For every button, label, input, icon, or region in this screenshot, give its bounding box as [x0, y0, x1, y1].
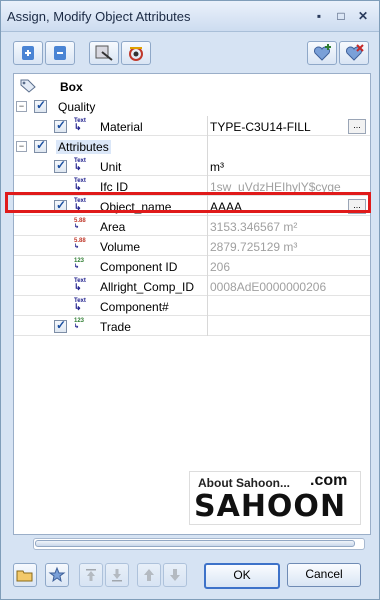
attribute-row-material[interactable]: ✓ Text ↳ Material TYPE-C3U14-FILL...	[14, 116, 370, 136]
text-type-icon: Text ↳	[74, 278, 86, 292]
attribute-label: Unit	[100, 160, 122, 174]
collapse-attributes-icon[interactable]: −	[16, 141, 27, 152]
attribute-label: Component ID	[100, 260, 178, 274]
attribute-label: Trade	[100, 320, 131, 334]
arrow-bottom-icon	[112, 569, 122, 582]
add-favorite-button[interactable]	[307, 41, 337, 65]
text-type-icon: Text ↳	[74, 158, 86, 172]
text-type-icon: Text ↳	[74, 118, 86, 132]
horizontal-scrollbar[interactable]	[33, 538, 365, 550]
integer-type-icon: 123 ↳	[74, 318, 85, 330]
minimize-button[interactable]: ▪	[311, 8, 327, 24]
move-up-button[interactable]	[137, 563, 161, 587]
decimal-type-icon: 5.88 ↳	[74, 218, 86, 230]
attribute-row-volume[interactable]: 5.88 ↳ Volume 2879.725129 m³	[14, 236, 370, 256]
integer-type-icon: 123 ↳	[74, 258, 85, 270]
move-top-button[interactable]	[79, 563, 103, 587]
save-favorites-button[interactable]	[45, 563, 69, 587]
star-save-icon	[48, 566, 66, 583]
attribute-value: 206	[210, 260, 231, 274]
heart-delete-icon	[346, 44, 364, 61]
attributes-checkbox[interactable]: ✓	[34, 138, 47, 153]
browse-value-button[interactable]: ...	[348, 119, 366, 134]
attribute-row-trade[interactable]: ✓ 123 ↳ Trade	[14, 316, 370, 336]
collapse-quality-icon[interactable]: −	[16, 101, 27, 112]
attribute-value[interactable]: m³	[210, 160, 224, 174]
remove-attribute-button[interactable]	[45, 41, 75, 65]
group-attributes-row[interactable]: − ✓ Attributes	[14, 136, 370, 156]
title-bar: Assign, Modify Object Attributes ▪ □ ✕	[1, 1, 379, 32]
attribute-value: 3153.346567 m²	[210, 220, 298, 234]
group-quality-label: Quality	[58, 100, 96, 114]
attribute-checkbox[interactable]: ✓	[54, 318, 67, 333]
attribute-label: Allright_Comp_ID	[100, 280, 195, 294]
row-divider	[14, 335, 370, 336]
dialog-window: Assign, Modify Object Attributes ▪ □ ✕ B…	[0, 0, 380, 600]
decimal-type-icon: 5.88 ↳	[74, 238, 86, 250]
minus-icon	[54, 46, 66, 60]
attribute-row-component-id[interactable]: 123 ↳ Component ID 206	[14, 256, 370, 276]
plus-icon	[22, 46, 34, 60]
open-favorites-button[interactable]	[13, 563, 37, 587]
close-button[interactable]: ✕	[355, 8, 371, 24]
attribute-row-area[interactable]: 5.88 ↳ Area 3153.346567 m²	[14, 216, 370, 236]
text-type-icon: Text ↳	[74, 298, 86, 312]
attribute-label: Material	[100, 120, 143, 134]
logo-about-text: About Sahoon...	[198, 476, 290, 490]
value-column-divider	[207, 116, 208, 336]
heart-plus-icon	[314, 44, 331, 61]
logo-com-text: .com	[310, 472, 348, 489]
logo-brand-text: SAHOON	[194, 489, 347, 524]
tag-icon	[20, 79, 36, 93]
attributes-tree[interactable]: Box − ✓ Quality − ✓ Attributes ✓ Text ↳ Mat…	[13, 73, 371, 535]
attribute-label: Volume	[100, 240, 141, 254]
arrow-top-icon	[86, 569, 96, 581]
view-attributes-button[interactable]	[121, 41, 151, 65]
row-divider	[14, 135, 370, 136]
attribute-value: 0008AdE0000000206	[210, 280, 327, 294]
maximize-button[interactable]: □	[333, 8, 349, 24]
group-quality-row[interactable]: − ✓ Quality	[14, 96, 370, 116]
quality-checkbox[interactable]: ✓	[34, 98, 47, 113]
scrollbar-thumb[interactable]	[35, 540, 355, 547]
pick-attributes-button[interactable]	[89, 41, 119, 65]
attribute-value[interactable]: TYPE-C3U14-FILL	[210, 120, 311, 134]
arrow-down-icon	[170, 569, 180, 581]
eyedropper-icon	[95, 45, 113, 61]
attribute-label: Area	[100, 220, 126, 234]
attribute-checkbox[interactable]: ✓	[54, 158, 67, 173]
window-title: Assign, Modify Object Attributes	[7, 9, 191, 24]
cancel-button[interactable]: Cancel	[287, 563, 361, 587]
group-attributes-label: Attributes	[56, 140, 111, 154]
arrow-up-icon	[144, 569, 154, 581]
attribute-checkbox[interactable]: ✓	[54, 118, 67, 133]
ok-button[interactable]: OK	[204, 563, 280, 589]
attribute-value: 2879.725129 m³	[210, 240, 298, 254]
text-type-icon: Text ↳	[74, 178, 86, 192]
remove-favorite-button[interactable]	[339, 41, 369, 65]
folder-open-icon	[16, 570, 33, 582]
add-attribute-button[interactable]	[13, 41, 43, 65]
attribute-row-component-[interactable]: Text ↳ Component#	[14, 296, 370, 316]
eye-icon	[129, 47, 143, 61]
sahoon-logo: About Sahoon... .com SAHOON	[189, 471, 361, 525]
highlight-box	[5, 192, 371, 213]
attribute-row-unit[interactable]: ✓ Text ↳ Unit m³	[14, 156, 370, 176]
tree-root-row[interactable]: Box	[14, 76, 370, 96]
move-bottom-button[interactable]	[105, 563, 129, 587]
move-down-button[interactable]	[163, 563, 187, 587]
attribute-row-allright-comp-id[interactable]: Text ↳ Allright_Comp_ID 0008AdE0000000206	[14, 276, 370, 296]
tree-root-label: Box	[60, 80, 83, 94]
attribute-label: Component#	[100, 300, 169, 314]
